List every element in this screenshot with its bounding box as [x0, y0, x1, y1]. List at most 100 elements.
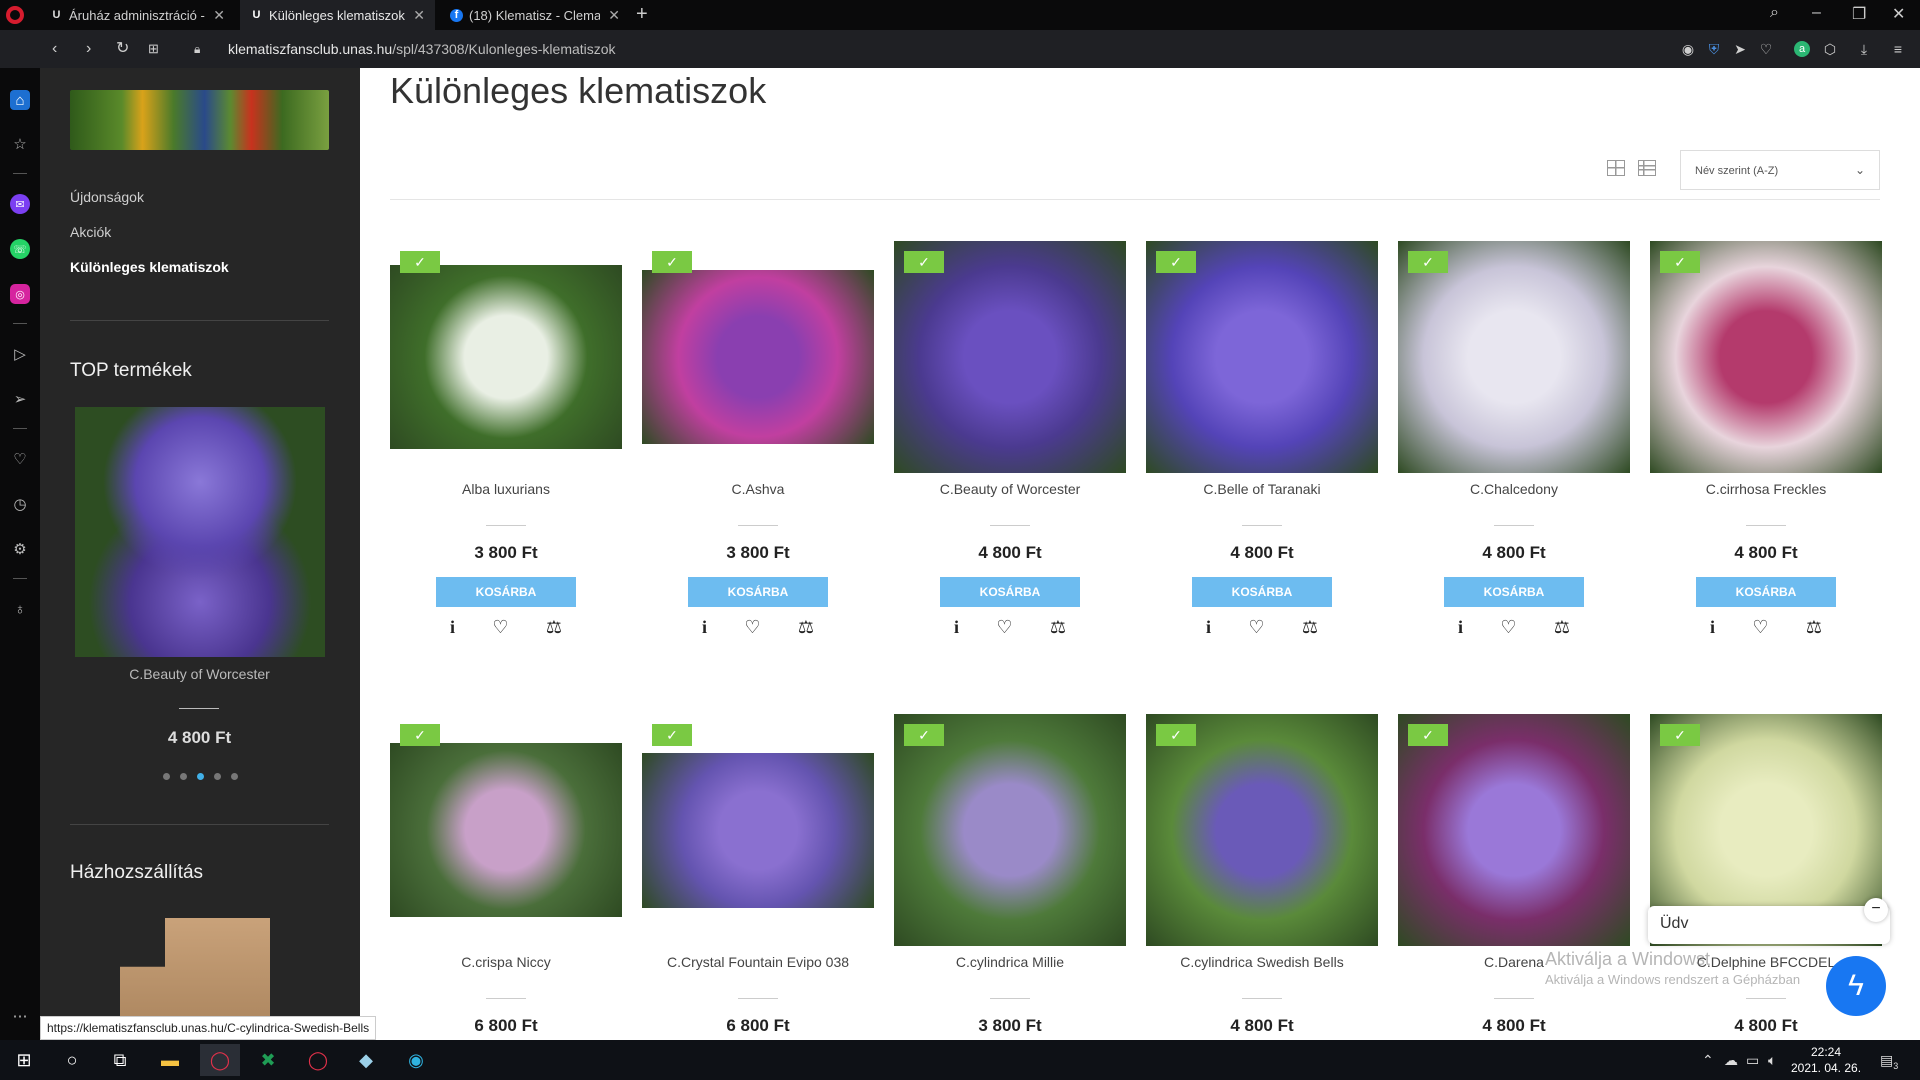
speed-dial-icon[interactable]: ⊞	[148, 39, 159, 59]
search-tabs-icon[interactable]: ⌕	[1770, 4, 1779, 22]
carousel-dot[interactable]	[230, 773, 238, 780]
wishlist-heart-icon[interactable]: ♡	[1752, 617, 1768, 638]
tab-klematiszok[interactable]: U Különleges klematiszok - klematiszfans…	[240, 0, 435, 30]
product-image[interactable]	[390, 241, 622, 473]
tab-facebook[interactable]: f (18) Klematisz - Clematis ✕	[440, 0, 630, 30]
carousel-dot-active[interactable]	[196, 773, 204, 780]
close-tab-icon[interactable]: ✕	[608, 7, 620, 24]
product-image[interactable]	[894, 714, 1126, 946]
back-icon[interactable]: ‹	[52, 39, 57, 59]
wishlist-heart-icon[interactable]: ♡	[1248, 617, 1264, 638]
product-card[interactable]: ✓ C.Beauty of Worcester 4 800 Ft KOSÁRBA i ♡ ⚖	[894, 241, 1126, 661]
flow-icon[interactable]: ➢	[10, 389, 30, 409]
close-window-icon[interactable]: ✕	[1892, 4, 1905, 24]
product-card[interactable]: ✓ C.cirrhosa Freckles 4 800 Ft KOSÁRBA i ♡ ⚖	[1650, 241, 1882, 661]
task-view-icon[interactable]: ⧉	[100, 1044, 140, 1076]
compare-scale-icon[interactable]: ⚖	[1554, 617, 1570, 638]
onedrive-icon[interactable]: ☁	[1724, 1052, 1738, 1069]
bookmarks-star-icon[interactable]: ☆	[10, 134, 30, 154]
carousel-dot[interactable]	[213, 773, 221, 780]
opera-taskbar-icon[interactable]: ◯	[200, 1044, 240, 1076]
vpn-shield-icon[interactable]: ⛨	[1706, 41, 1722, 57]
notepad-icon[interactable]: ◆	[346, 1044, 386, 1076]
carousel-dot[interactable]	[179, 773, 187, 780]
compare-scale-icon[interactable]: ⚖	[546, 617, 562, 638]
info-icon[interactable]: i	[1710, 617, 1715, 638]
add-to-cart-button[interactable]: KOSÁRBA	[688, 577, 828, 607]
cube-extension-icon[interactable]: ⬡	[1822, 41, 1838, 57]
close-tab-icon[interactable]: ✕	[413, 7, 425, 24]
product-card[interactable]: ✓ C.Belle of Taranaki 4 800 Ft KOSÁRBA i ♡ ⚖	[1146, 241, 1378, 661]
restore-icon[interactable]: ❐	[1852, 4, 1866, 24]
product-name[interactable]: C.Crystal Fountain Evipo 038	[642, 954, 874, 970]
top-product-name[interactable]: C.Beauty of Worcester	[70, 666, 329, 682]
wishlist-heart-icon[interactable]: ♡	[492, 617, 508, 638]
home-icon[interactable]: ⌂	[10, 90, 30, 110]
add-to-cart-button[interactable]: KOSÁRBA	[940, 577, 1080, 607]
send-icon[interactable]: ➤	[1732, 41, 1748, 57]
favorites-heart-icon[interactable]: ♡	[1758, 41, 1774, 57]
shop-logo-banner[interactable]	[70, 90, 329, 150]
carousel-dot[interactable]	[162, 773, 170, 780]
product-card[interactable]: ✓ C.crispa Niccy 6 800 Ft	[390, 714, 622, 1040]
product-name[interactable]: C.cylindrica Swedish Bells	[1146, 954, 1378, 970]
top-product-image[interactable]	[75, 407, 325, 657]
info-icon[interactable]: i	[1206, 617, 1211, 638]
product-image[interactable]	[642, 241, 874, 473]
info-icon[interactable]: i	[450, 617, 455, 638]
info-icon[interactable]: i	[1458, 617, 1463, 638]
sort-select[interactable]: Név szerint (A-Z) ⌄	[1680, 150, 1880, 190]
new-tab-icon[interactable]: +	[636, 3, 648, 26]
extension-a-icon[interactable]: a	[1794, 41, 1810, 57]
product-name[interactable]: C.Beauty of Worcester	[894, 481, 1126, 497]
file-explorer-icon[interactable]: ▬	[150, 1044, 190, 1076]
nav-akciok[interactable]: Akciók	[70, 224, 111, 240]
tray-chevron-icon[interactable]: ⌃	[1702, 1052, 1714, 1069]
minimize-icon[interactable]: –	[1812, 4, 1821, 22]
product-image[interactable]	[1146, 714, 1378, 946]
product-card[interactable]: ✓ C.Darena 4 800 Ft	[1398, 714, 1630, 1040]
player-icon[interactable]: ▷	[10, 344, 30, 364]
nav-ujdonsagok[interactable]: Újdonságok	[70, 189, 144, 205]
product-name[interactable]: C.crispa Niccy	[390, 954, 622, 970]
product-image[interactable]	[1398, 241, 1630, 473]
add-to-cart-button[interactable]: KOSÁRBA	[1696, 577, 1836, 607]
product-name[interactable]: C.cirrhosa Freckles	[1650, 481, 1882, 497]
messenger-chat-icon[interactable]: ϟ	[1826, 956, 1886, 1016]
product-image[interactable]	[642, 714, 874, 946]
product-card[interactable]: ✓ C.Chalcedony 4 800 Ft KOSÁRBA i ♡ ⚖	[1398, 241, 1630, 661]
grid-view-icon[interactable]	[1607, 160, 1625, 176]
nav-kulonleges-klematiszok[interactable]: Különleges klematiszok	[70, 259, 229, 275]
close-tab-icon[interactable]: ✕	[213, 7, 225, 24]
whatsapp-icon[interactable]: ☏	[10, 239, 30, 259]
chat-minimize-icon[interactable]: −	[1864, 898, 1888, 922]
taskbar-clock[interactable]: 22:24 2021. 04. 26.	[1786, 1044, 1866, 1076]
reload-icon[interactable]: ↻	[116, 39, 129, 59]
wishlist-heart-icon[interactable]: ♡	[996, 617, 1012, 638]
product-card[interactable]: ✓ C.Crystal Fountain Evipo 038 6 800 Ft	[642, 714, 874, 1040]
product-image[interactable]	[1146, 241, 1378, 473]
product-card[interactable]: ✓ C.cylindrica Millie 3 800 Ft	[894, 714, 1126, 1040]
messenger-icon[interactable]: ✉	[10, 194, 30, 214]
product-image[interactable]	[1398, 714, 1630, 946]
product-card[interactable]: ✓ C.cylindrica Swedish Bells 4 800 Ft	[1146, 714, 1378, 1040]
instagram-icon[interactable]: ◎	[10, 284, 30, 304]
product-card[interactable]: ✓ Alba luxurians 3 800 Ft KOSÁRBA i ♡ ⚖	[390, 241, 622, 661]
easy-setup-icon[interactable]: ≡	[1890, 41, 1906, 57]
url-field[interactable]: klematiszfansclub.unas.hu/spl/437308/Kul…	[228, 41, 616, 57]
compare-scale-icon[interactable]: ⚖	[1050, 617, 1066, 638]
excel-icon[interactable]: ✖	[248, 1044, 288, 1076]
forward-icon[interactable]: ›	[86, 39, 91, 59]
wishlist-heart-icon[interactable]: ♡	[744, 617, 760, 638]
product-name[interactable]: Alba luxurians	[390, 481, 622, 497]
windows-start-icon[interactable]: ⊞	[4, 1044, 44, 1076]
add-to-cart-button[interactable]: KOSÁRBA	[1192, 577, 1332, 607]
compare-scale-icon[interactable]: ⚖	[1806, 617, 1822, 638]
product-image[interactable]	[894, 241, 1126, 473]
favorites-icon[interactable]: ♡	[10, 449, 30, 469]
more-dots-icon[interactable]: ⋯	[10, 1006, 30, 1026]
opera-gx-icon[interactable]: ◯	[298, 1044, 338, 1076]
product-image[interactable]	[1650, 241, 1882, 473]
product-image[interactable]	[390, 714, 622, 946]
product-name[interactable]: C.Belle of Taranaki	[1146, 481, 1378, 497]
